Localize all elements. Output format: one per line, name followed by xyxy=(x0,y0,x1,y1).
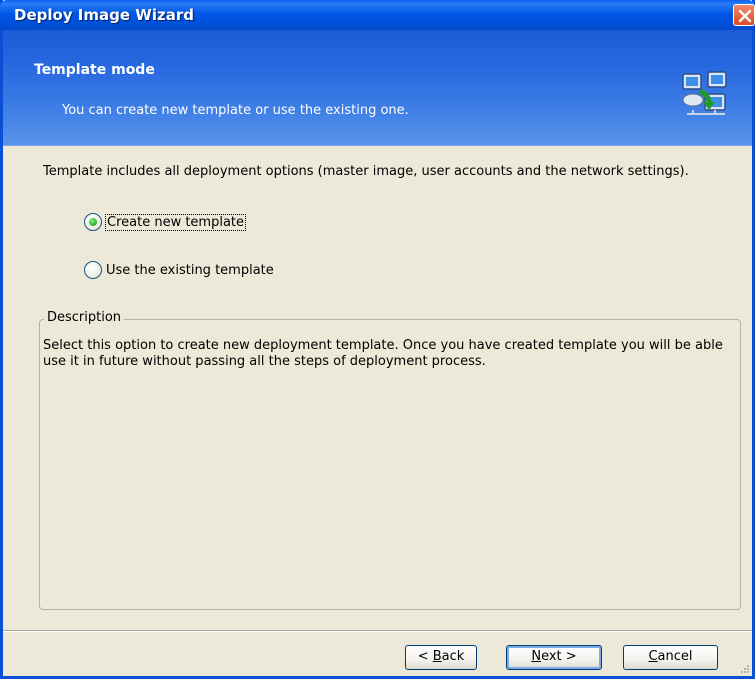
description-legend: Description xyxy=(44,310,125,325)
option-label[interactable]: Use the existing template xyxy=(106,263,274,278)
back-button-accel: B xyxy=(432,649,442,664)
close-icon xyxy=(738,9,752,23)
step-heading: Template mode xyxy=(34,62,155,78)
next-button[interactable]: Next > xyxy=(506,645,602,670)
next-button-rest: ext > xyxy=(541,649,577,664)
step-subheading: You can create new template or use the e… xyxy=(62,103,409,118)
back-button-prefix: < xyxy=(417,649,433,664)
next-button-accel: N xyxy=(531,649,542,664)
window-title: Deploy Image Wizard xyxy=(14,6,194,24)
option-create-new-template[interactable]: Create new template xyxy=(84,213,247,231)
option-label[interactable]: Create new template xyxy=(104,213,247,231)
option-use-existing-template[interactable]: Use the existing template xyxy=(84,261,274,279)
cancel-button-accel: C xyxy=(648,649,658,664)
wizard-header-banner: Template mode You can create new templat… xyxy=(3,30,752,146)
intro-text: Template includes all deployment options… xyxy=(43,164,689,179)
network-computers-icon xyxy=(682,71,727,115)
cancel-button[interactable]: Cancel xyxy=(623,645,718,670)
title-bar[interactable]: Deploy Image Wizard xyxy=(0,0,755,30)
footer-separator xyxy=(3,630,752,632)
description-text: Select this option to create new deploym… xyxy=(43,338,723,369)
radio-create-new-template[interactable] xyxy=(84,213,102,231)
description-groupbox: Description Select this option to create… xyxy=(39,310,741,610)
wizard-window: Deploy Image Wizard Template mode You ca… xyxy=(0,0,755,679)
close-button[interactable] xyxy=(733,4,755,26)
resize-grip-icon[interactable] xyxy=(738,662,750,674)
back-button-rest: ack xyxy=(441,649,465,664)
back-button[interactable]: < Back xyxy=(405,645,477,670)
cancel-button-rest: ancel xyxy=(657,649,693,664)
radio-use-existing-template[interactable] xyxy=(84,261,102,279)
